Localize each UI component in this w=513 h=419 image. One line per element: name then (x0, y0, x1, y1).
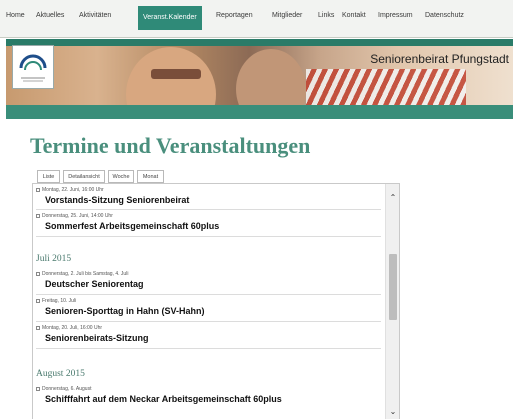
event-separator (36, 348, 381, 349)
banner-bottom-band (6, 105, 513, 119)
logo-icon[interactable] (12, 45, 54, 89)
nav-item-aktivitaeten[interactable]: Aktivitäten (79, 12, 111, 19)
top-navigation: Home Aktuelles Aktivitäten Veranst.Kalen… (0, 0, 513, 38)
expand-box-icon[interactable] (36, 299, 40, 303)
nav-item-veranst-kalender[interactable]: Veranst.Kalender (138, 6, 202, 30)
event-date-text: Donnerstag, 6. August (42, 386, 92, 392)
nav-item-impressum[interactable]: Impressum (378, 12, 413, 19)
month-heading: Juli 2015 (36, 254, 72, 264)
nav-item-mitglieder[interactable]: Mitglieder (272, 12, 302, 19)
chevron-down-icon[interactable]: ⌄ (389, 408, 397, 416)
nav-item-kontakt[interactable]: Kontakt (342, 12, 366, 19)
event-title[interactable]: Seniorenbeirats-Sitzung (45, 333, 149, 343)
event-list-scrollbar[interactable]: ⌃ ⌄ (385, 184, 399, 419)
nav-item-aktuelles[interactable]: Aktuelles (36, 12, 64, 19)
nav-item-datenschutz[interactable]: Datenschutz (425, 12, 464, 19)
event-date: Montag, 22. Juni, 16:00 Uhr (36, 187, 104, 193)
event-title[interactable]: Schifffahrt auf dem Neckar Arbeitsgemein… (45, 394, 282, 404)
expand-box-icon[interactable] (36, 272, 40, 276)
expand-box-icon[interactable] (36, 326, 40, 330)
event-separator (36, 209, 381, 210)
event-list: Montag, 22. Juni, 16:00 Uhr Vorstands-Si… (32, 183, 400, 419)
banner-photo-glasses (151, 69, 201, 79)
event-date-text: Montag, 20. Juli, 16:00 Uhr (42, 325, 103, 331)
tab-liste[interactable]: Liste (37, 170, 60, 183)
event-date-text: Montag, 22. Juni, 16:00 Uhr (42, 187, 104, 193)
expand-box-icon[interactable] (36, 387, 40, 391)
site-title: Seniorenbeirat Pfungstadt (370, 52, 509, 66)
page-title: Termine und Veranstaltungen (30, 133, 311, 158)
tab-monat[interactable]: Monat (137, 170, 164, 183)
nav-item-home[interactable]: Home (6, 12, 25, 19)
event-date-text: Donnerstag, 25. Juni, 14:00 Uhr (42, 213, 113, 219)
event-separator (36, 321, 381, 322)
scrollbar-thumb[interactable] (389, 254, 397, 320)
event-date: Donnerstag, 2. Juli bis Samstag, 4. Juli (36, 271, 128, 277)
expand-box-icon[interactable] (36, 188, 40, 192)
event-date: Freitag, 10. Juli (36, 298, 76, 304)
chevron-up-icon[interactable]: ⌃ (389, 194, 397, 202)
banner-top-band (6, 39, 513, 46)
header-banner: Seniorenbeirat Pfungstadt (6, 39, 513, 119)
event-date: Donnerstag, 25. Juni, 14:00 Uhr (36, 213, 113, 219)
event-title[interactable]: Vorstands-Sitzung Seniorenbeirat (45, 195, 189, 205)
month-heading: August 2015 (36, 369, 85, 379)
event-title[interactable]: Senioren-Sporttag in Hahn (SV-Hahn) (45, 306, 205, 316)
event-separator (36, 294, 381, 295)
nav-item-reportagen[interactable]: Reportagen (216, 12, 253, 19)
event-title[interactable]: Sommerfest Arbeitsgemeinschaft 60plus (45, 221, 219, 231)
tab-woche[interactable]: Woche (108, 170, 134, 183)
event-date-text: Freitag, 10. Juli (42, 298, 77, 304)
event-date: Donnerstag, 6. August (36, 386, 91, 392)
nav-item-links[interactable]: Links (318, 12, 334, 19)
tab-detailansicht[interactable]: Detailansicht (63, 170, 105, 183)
event-title[interactable]: Deutscher Seniorentag (45, 279, 144, 289)
event-date-text: Donnerstag, 2. Juli bis Samstag, 4. Juli (42, 271, 129, 277)
event-date: Montag, 20. Juli, 16:00 Uhr (36, 325, 102, 331)
expand-box-icon[interactable] (36, 214, 40, 218)
event-separator (36, 236, 381, 237)
